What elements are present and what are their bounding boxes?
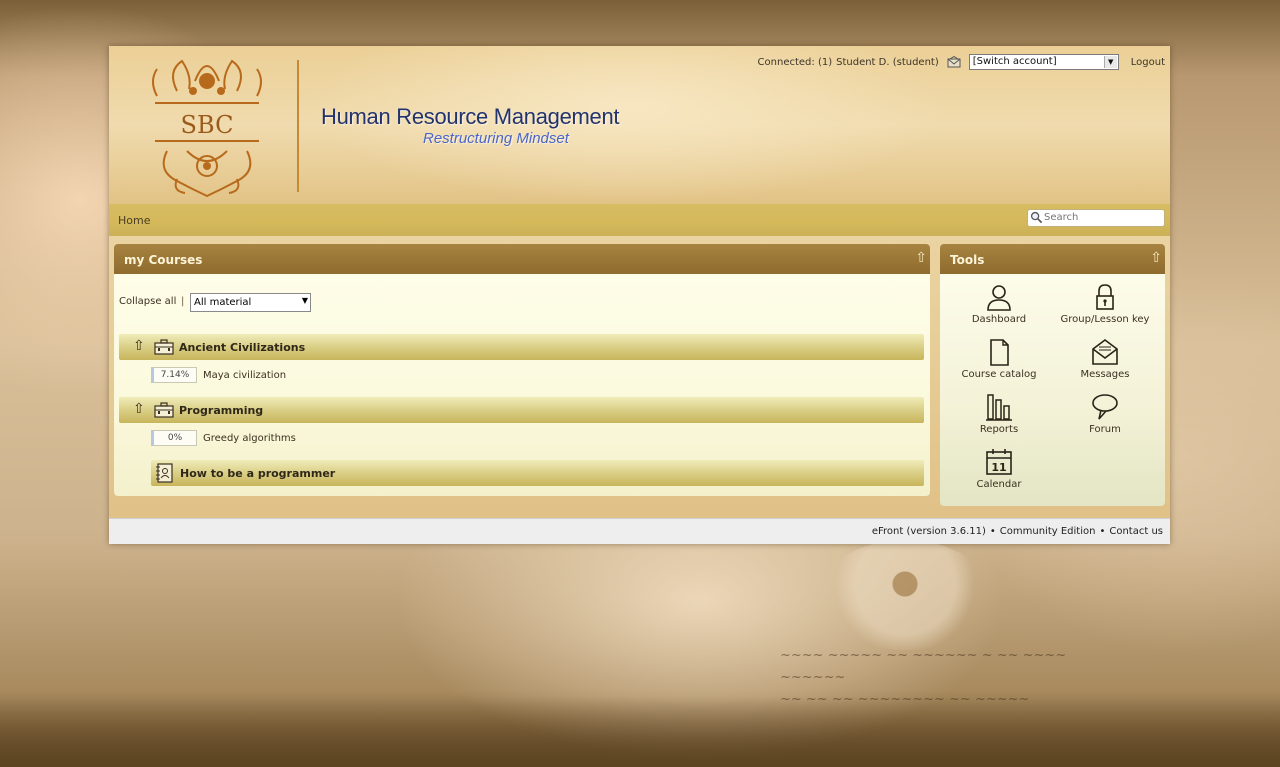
site-subtitle: Restructuring Mindset xyxy=(423,130,569,147)
logout-link[interactable]: Logout xyxy=(1131,57,1165,68)
background-bottom-shade xyxy=(0,697,1280,767)
collapse-arrow-icon[interactable]: ⇧ xyxy=(915,250,927,266)
page-container: SBC Human Resource Management Restructur… xyxy=(109,46,1170,544)
header: SBC Human Resource Management Restructur… xyxy=(109,46,1170,204)
logo-divider xyxy=(297,60,299,192)
briefcase-icon xyxy=(154,402,174,418)
contact-link[interactable]: Contact us xyxy=(1109,526,1163,537)
tool-label: Messages xyxy=(1080,369,1130,380)
tool-messages[interactable]: Messages xyxy=(1050,337,1160,380)
search-icon xyxy=(1030,211,1043,224)
courses-panel-header: my Courses ⇧ xyxy=(114,244,930,274)
site-title: Human Resource Management xyxy=(321,104,620,129)
material-filter-select[interactable]: All material ▼ xyxy=(190,293,311,312)
messages-icon[interactable] xyxy=(947,56,961,68)
tool-label: Calendar xyxy=(976,479,1022,490)
course-group-ancient-civilizations[interactable]: ⇧ Ancient Civilizations xyxy=(119,334,924,360)
user-bar: Connected: (1) Student D. (student) [Swi… xyxy=(758,54,1165,70)
tool-course-catalog[interactable]: Course catalog xyxy=(944,337,1054,380)
course-item[interactable]: How to be a programmer xyxy=(151,460,924,486)
tool-group-lesson-key[interactable]: Group/Lesson key xyxy=(1050,282,1160,325)
course-title[interactable]: How to be a programmer xyxy=(180,467,335,480)
tool-reports[interactable]: Reports xyxy=(944,392,1054,435)
lesson-name[interactable]: Maya civilization xyxy=(203,370,286,381)
chevron-down-icon: ▼ xyxy=(301,296,308,305)
collapse-arrow-icon[interactable]: ⇧ xyxy=(1150,250,1162,266)
tool-label: Forum xyxy=(1089,424,1121,435)
connected-count[interactable]: Connected: (1) xyxy=(758,57,833,68)
svg-text:SBC: SBC xyxy=(181,111,234,139)
envelope-icon xyxy=(1092,339,1118,365)
tool-label: Dashboard xyxy=(971,314,1027,325)
footer-text: eFront (version 3.6.11) • Community Editio… xyxy=(872,526,1163,537)
tool-label: Reports xyxy=(979,424,1019,435)
tool-label: Course catalog xyxy=(961,369,1037,380)
reports-icon xyxy=(986,394,1012,421)
footer-dot: • xyxy=(989,526,996,537)
collapse-arrow-icon[interactable]: ⇧ xyxy=(133,401,145,417)
tool-label: Group/Lesson key xyxy=(1060,314,1150,325)
briefcase-icon xyxy=(154,339,174,355)
search-input[interactable] xyxy=(1044,212,1159,223)
calendar-icon: 11 xyxy=(986,449,1012,475)
course-group-title[interactable]: Ancient Civilizations xyxy=(179,341,305,354)
material-filter-value: All material xyxy=(194,297,252,308)
navbar: Home xyxy=(109,204,1170,236)
switch-account-value: [Switch account] xyxy=(972,56,1057,67)
tools-panel: Dashboard Group/Lesson key Course catalo… xyxy=(940,274,1165,506)
lesson-item[interactable]: 0% Greedy algorithms xyxy=(151,429,296,447)
background-flower xyxy=(820,540,990,650)
course-group-programming[interactable]: ⇧ Programming xyxy=(119,397,924,423)
lock-icon xyxy=(1096,284,1114,310)
svg-text:11: 11 xyxy=(991,461,1006,474)
tool-calendar[interactable]: 11 Calendar xyxy=(944,447,1054,490)
lesson-item[interactable]: 7.14% Maya civilization xyxy=(151,366,286,384)
speech-bubble-icon xyxy=(1092,394,1118,420)
tools-panel-header: Tools ⇧ xyxy=(940,244,1165,274)
lesson-name[interactable]: Greedy algorithms xyxy=(203,433,296,444)
collapse-arrow-icon[interactable]: ⇧ xyxy=(133,338,145,354)
lesson-progress: 7.14% xyxy=(151,367,197,383)
version-link[interactable]: eFront (version 3.6.11) xyxy=(872,526,986,537)
footer: eFront (version 3.6.11) • Community Editio… xyxy=(109,518,1170,544)
switch-account-select[interactable]: [Switch account] ▼ xyxy=(968,54,1119,70)
tool-dashboard[interactable]: Dashboard xyxy=(944,282,1054,325)
chevron-down-icon: ▼ xyxy=(1103,56,1117,68)
footer-dot: • xyxy=(1099,526,1106,537)
courses-panel-title: my Courses xyxy=(124,253,203,267)
tools-panel-title: Tools xyxy=(950,253,985,267)
user-icon xyxy=(987,285,1011,311)
document-icon xyxy=(990,339,1009,366)
separator: | xyxy=(181,296,185,307)
course-group-title[interactable]: Programming xyxy=(179,404,263,417)
home-link[interactable]: Home xyxy=(118,214,150,227)
courses-panel: Collapse all | All material ▼ ⇧ Ancient … xyxy=(114,274,930,496)
collapse-all-link[interactable]: Collapse all xyxy=(119,296,176,307)
tool-forum[interactable]: Forum xyxy=(1050,392,1160,435)
logo-emblem: SBC xyxy=(152,59,262,198)
lesson-progress: 0% xyxy=(151,430,197,446)
edition-link[interactable]: Community Edition xyxy=(1000,526,1096,537)
search-box[interactable] xyxy=(1027,209,1165,227)
current-user[interactable]: Student D. (student) xyxy=(836,57,939,68)
notebook-icon xyxy=(156,463,173,483)
